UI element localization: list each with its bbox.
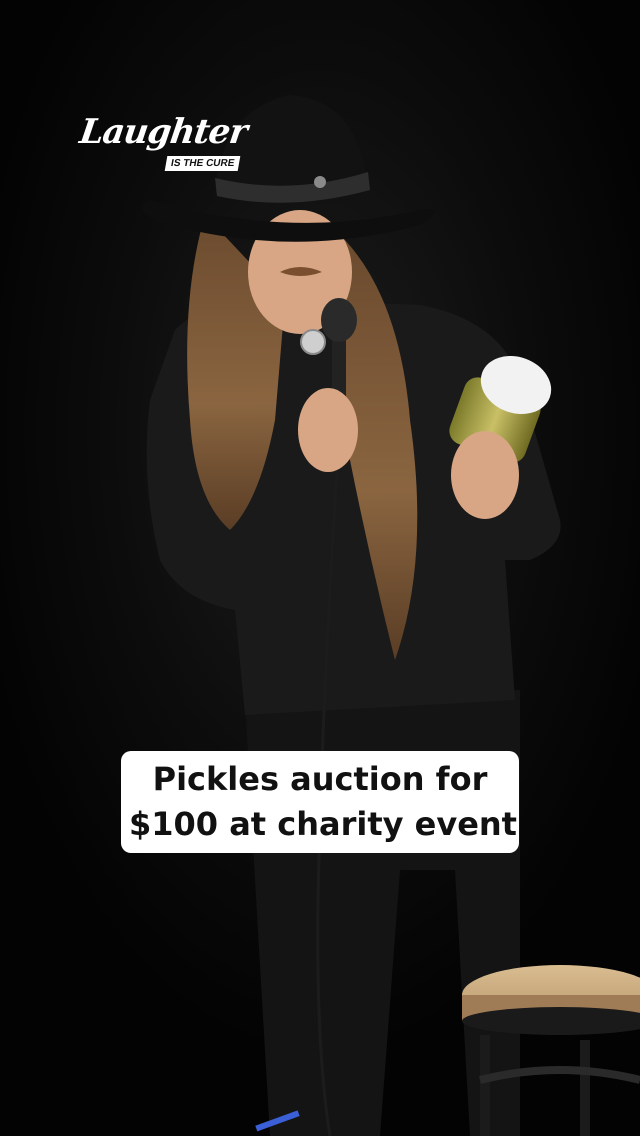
stool-leg <box>580 1040 590 1136</box>
brand-logo: Laughter IS THE CURE <box>77 112 249 182</box>
left-hand <box>298 388 358 472</box>
right-hand <box>451 431 519 519</box>
microphone-head <box>321 298 357 342</box>
caption-line-1: Pickles auction for <box>152 760 488 798</box>
video-frame: Laughter IS THE CURE Pickles auction for… <box>0 0 640 1136</box>
hat-band-concho <box>314 176 326 188</box>
bolo-tie <box>300 329 326 355</box>
caption-box: Pickles auction for $100 at charity even… <box>121 751 519 853</box>
logo-tagline: IS THE CURE <box>164 156 241 171</box>
stool-leg <box>480 1035 490 1136</box>
logo-wordmark: Laughter <box>77 112 250 152</box>
caption-line-2: $100 at charity event <box>129 805 517 843</box>
